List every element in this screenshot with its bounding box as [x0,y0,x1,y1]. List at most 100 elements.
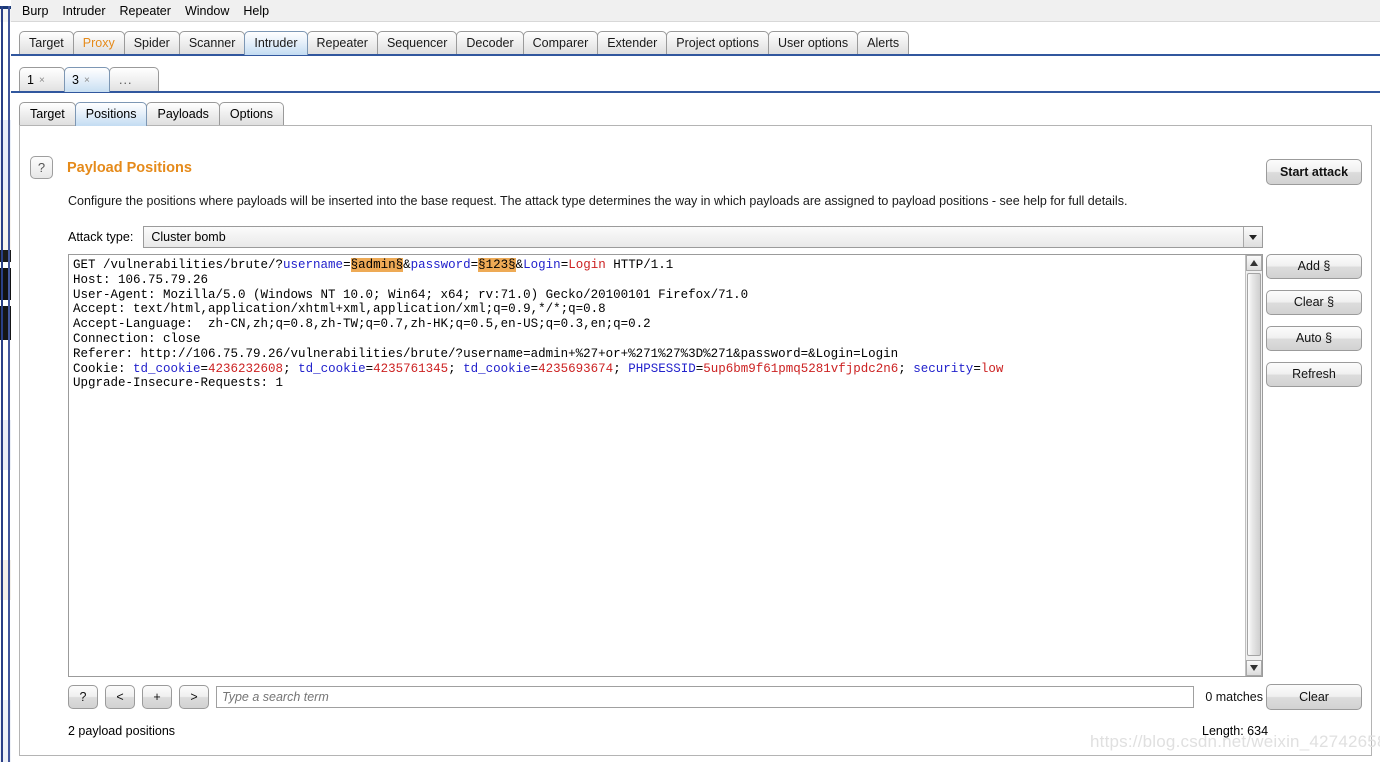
search-next-button[interactable]: > [179,685,209,709]
editor-vertical-scrollbar[interactable] [1245,255,1262,676]
http-param-name: td_cookie [298,361,366,376]
menu-item-burp[interactable]: Burp [15,1,55,21]
menu-item-intruder[interactable]: Intruder [55,1,112,21]
refresh-button[interactable]: Refresh [1266,362,1362,387]
chevron-down-icon[interactable] [1243,227,1263,247]
tab-project-options[interactable]: Project options [666,31,769,55]
scroll-down-icon[interactable] [1246,660,1262,676]
main-tab-underline [11,54,1380,56]
tab-repeater[interactable]: Repeater [306,31,378,55]
scroll-up-icon[interactable] [1246,255,1262,271]
tab-proxy[interactable]: Proxy [72,31,125,55]
http-param-value: low [980,361,1004,376]
search-help-button[interactable]: ? [68,685,98,709]
request-text-segment: GET /vulnerabilities/brute/? [73,258,284,272]
subtab-positions[interactable]: Positions [74,102,148,126]
tab-decoder[interactable]: Decoder [456,31,524,55]
request-line: Host: 106.75.79.26 [73,273,1245,288]
request-line: Connection: close [73,332,1245,347]
request-text-segment: = [973,361,981,376]
request-text-segment: Referer: http://106.75.79.26/vulnerabili… [73,346,899,361]
menu-bar: Burp Intruder Repeater Window Help [11,0,1380,22]
request-text-segment: ; [898,361,914,376]
request-text-segment: Host: 106.75.79.26 [73,272,209,287]
tab-user-options[interactable]: User options [767,31,859,55]
attack-tab-moremoremore[interactable]: ... [109,67,159,92]
attack-tab-bar: 1 × 3 ×... [11,62,1380,92]
attack-tab-underline [11,91,1380,93]
menu-item-help[interactable]: Help [236,1,276,21]
search-input[interactable] [216,686,1195,708]
tab-alerts[interactable]: Alerts [857,31,910,55]
http-param-value: 4236232608 [208,361,284,376]
main-tab-bar: Target Proxy Spider Scanner Intruder Repeater… [11,27,1380,55]
subtab-options[interactable]: Options [218,102,285,126]
http-param-name: td_cookie [463,361,531,376]
positions-panel: ? Payload Positions Configure the positi… [19,125,1372,756]
tab-spider[interactable]: Spider [123,31,180,55]
help-icon[interactable]: ? [30,156,53,179]
burp-main-window: Target Proxy Spider Scanner Intruder Repeater… [11,22,1380,762]
start-attack-button[interactable]: Start attack [1266,159,1362,185]
close-icon[interactable]: × [39,75,45,86]
clear-search-button[interactable]: Clear [1266,684,1362,710]
http-param-value: Login [568,258,606,272]
request-line: Cookie: td_cookie=4236232608; td_cookie=… [73,362,1245,377]
editor-search-bar: ? < + >0 matches [68,684,1263,710]
http-param-name: password [410,258,471,272]
http-param-name: username [283,258,344,272]
request-text-segment: ; [613,361,629,376]
request-length-label: Length: 634 [1202,724,1269,738]
section-header: ? Payload Positions [30,156,192,179]
scrollbar-thumb[interactable] [1247,273,1261,656]
section-description: Configure the positions where payloads w… [68,194,1128,208]
tab-intruder[interactable]: Intruder [244,31,308,55]
http-param-value: 4235693674 [538,361,614,376]
menu-item-window[interactable]: Window [178,1,236,21]
auto-button[interactable]: Auto § [1266,326,1362,351]
tab-target[interactable]: Target [19,31,74,55]
close-icon[interactable]: × [84,75,90,86]
tab-comparer[interactable]: Comparer [522,31,599,55]
intruder-sub-tab-bar: Target Positions Payloads Options [11,98,1380,126]
request-text-segment: = [343,258,351,272]
request-line: Referer: http://106.75.79.26/vulnerabili… [73,347,1245,362]
attack-tab-label: 3 [72,73,79,87]
request-text-segment: Accept: text/html,application/xhtml+xml,… [73,302,606,317]
attack-type-value: Cluster bomb [151,230,226,244]
tab-scanner[interactable]: Scanner [178,31,246,55]
request-text-segment: = [365,361,374,376]
menu-item-repeater[interactable]: Repeater [113,1,178,21]
request-text-segment: HTTP/1.1 [605,258,674,272]
request-text[interactable]: GET /vulnerabilities/brute/?username=§ad… [69,255,1245,676]
attack-tab-label: 1 [27,73,34,87]
subtab-payloads[interactable]: Payloads [146,102,220,126]
page-title: Payload Positions [67,159,192,176]
tab-sequencer[interactable]: Sequencer [376,31,458,55]
search-prev-button[interactable]: < [105,685,135,709]
desktop-background-strip [0,0,11,762]
window-edge-line-inner [8,6,10,762]
http-param-name: security [913,361,974,376]
attack-tab-3[interactable]: 3 × [64,67,110,92]
subtab-target[interactable]: Target [19,102,76,126]
payload-position-count: 2 payload positions [68,724,176,738]
attack-tab-1[interactable]: 1 × [19,67,65,92]
http-param-name: td_cookie [133,361,201,376]
request-text-segment: = [200,361,209,376]
http-param-name: Login [523,258,561,272]
request-text-segment: ; [448,361,464,376]
http-param-value: 5up6bm9f61pmq5281vfjpdc2n6 [703,361,899,376]
add-button[interactable]: Add § [1266,254,1362,279]
clear-button[interactable]: Clear § [1266,290,1362,315]
request-text-segment: Upgrade-Insecure-Requests: 1 [73,376,284,391]
request-editor[interactable]: GET /vulnerabilities/brute/?username=§ad… [68,254,1263,677]
payload-marker[interactable]: §admin§ [350,258,404,272]
http-param-value: 4235761345 [373,361,449,376]
attack-tab-label: ... [119,73,133,87]
payload-marker[interactable]: §123§ [478,258,516,272]
attack-type-dropdown[interactable]: Cluster bomb [143,226,1264,248]
search-options-button[interactable]: + [142,685,172,709]
tab-extender[interactable]: Extender [597,31,668,55]
request-line: Accept: text/html,application/xhtml+xml,… [73,302,1245,317]
